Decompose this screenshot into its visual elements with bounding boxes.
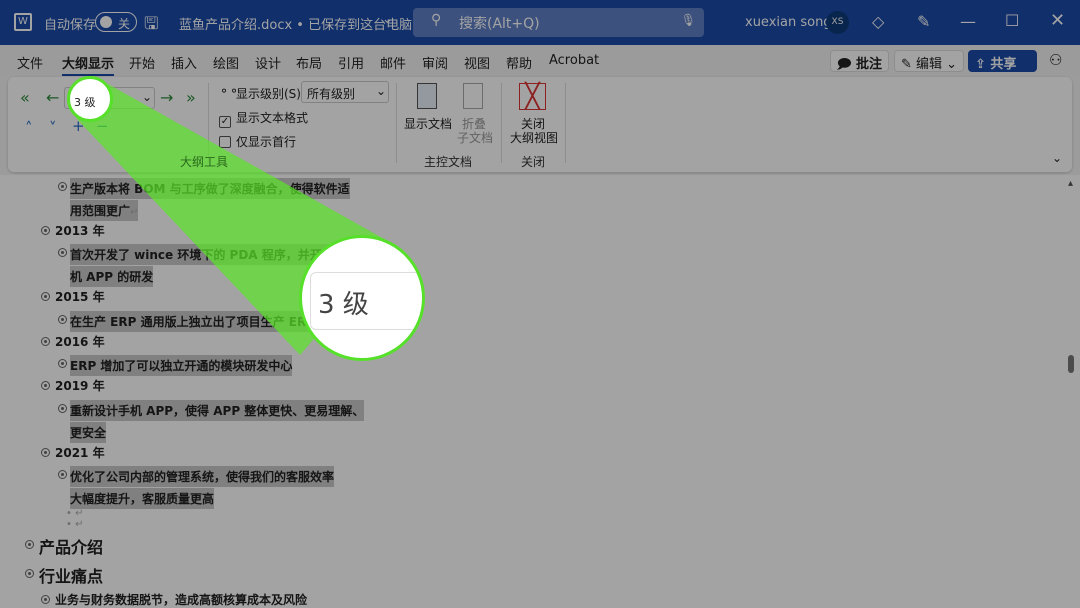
magnifier-beam <box>0 0 1080 608</box>
magnifier-large: 3 级 <box>299 235 425 361</box>
magnifier-small: 3 级 <box>67 76 113 122</box>
magnified-level-text: 3 级 <box>74 94 96 110</box>
magnified-level-text: 3 级 <box>318 284 369 321</box>
group-outline-tools: 大纲工具 <box>180 153 228 170</box>
